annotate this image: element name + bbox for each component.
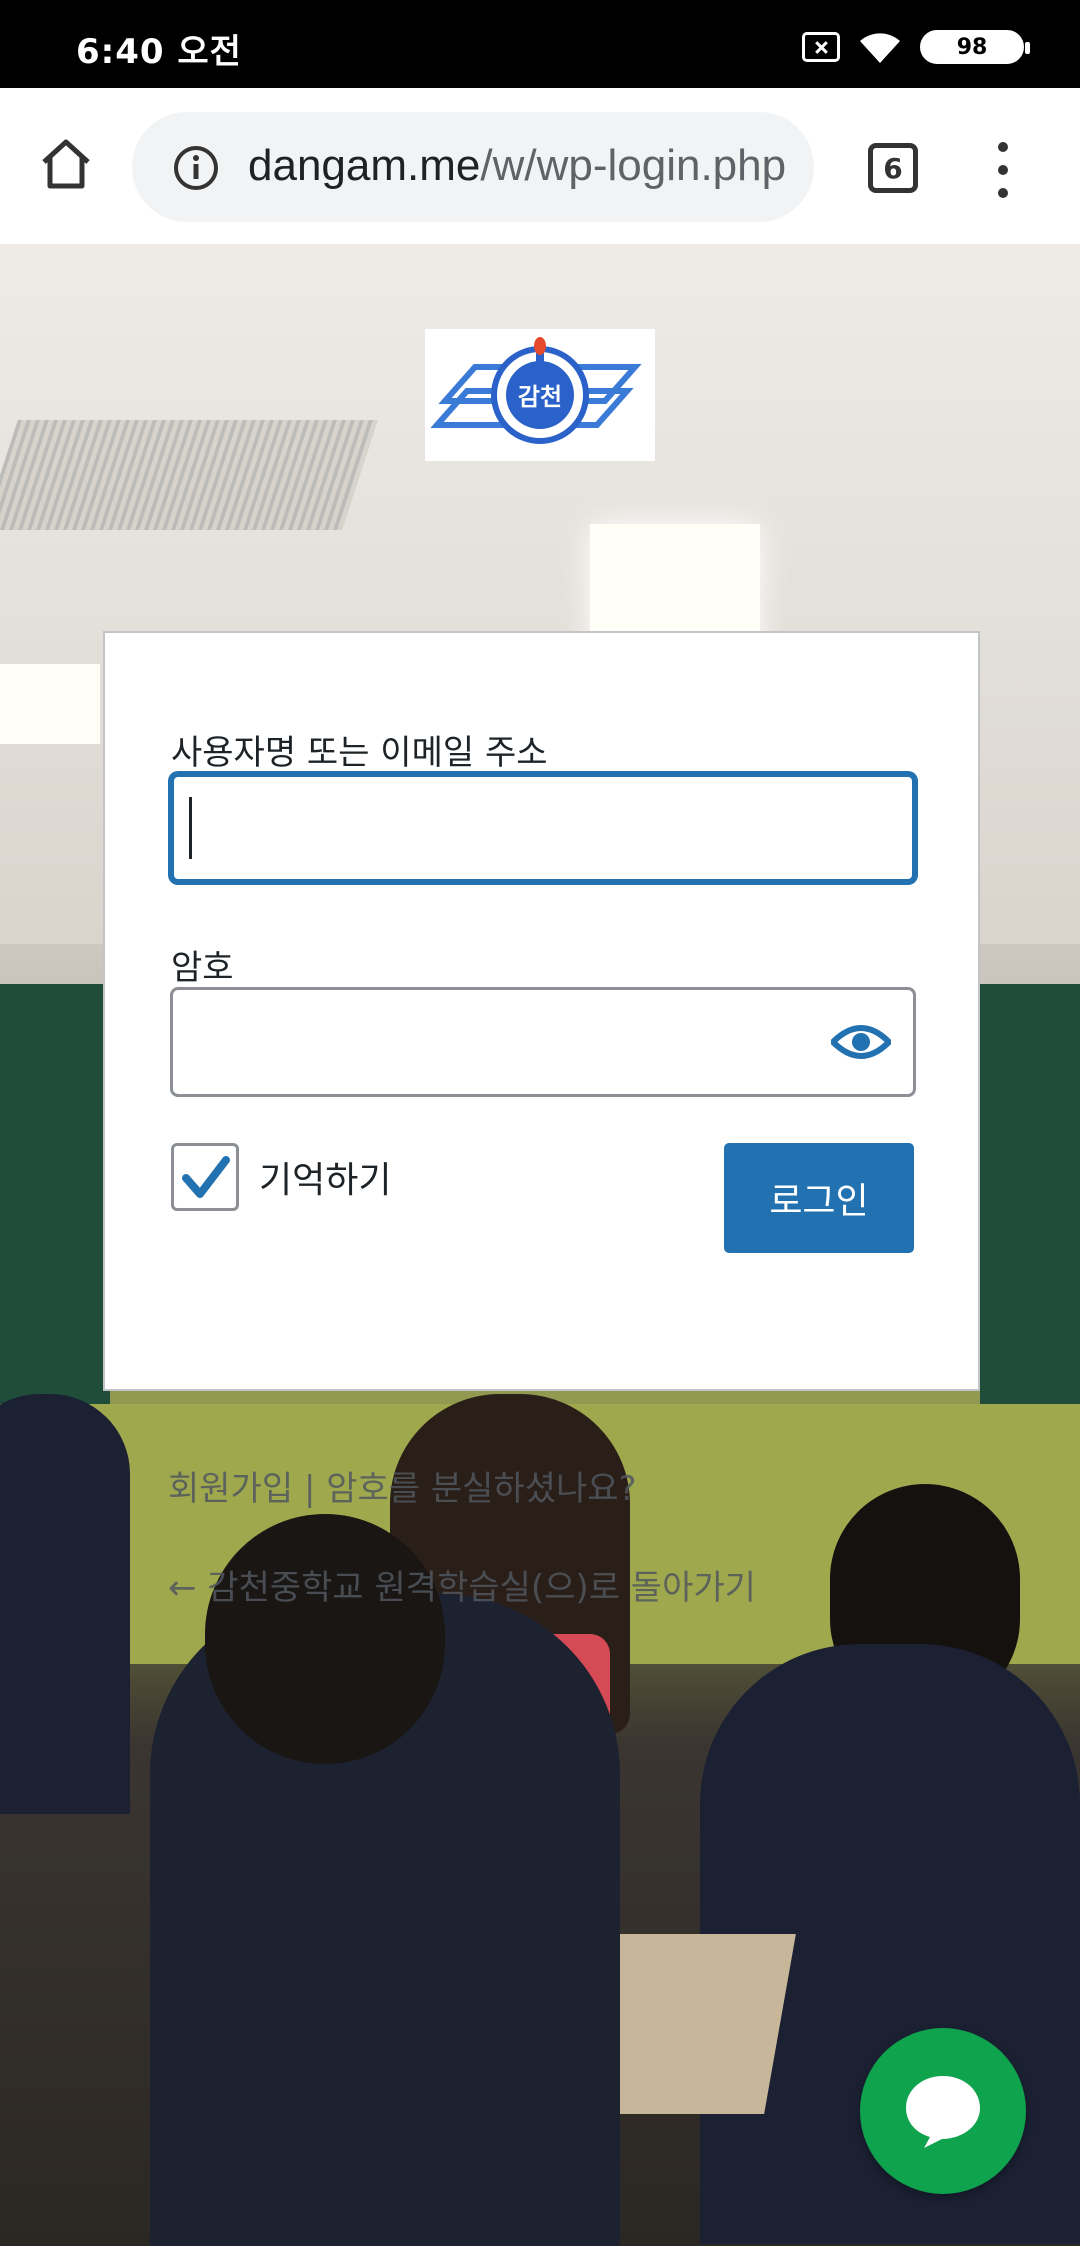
lost-password-link[interactable]: 암호를 분실하셨나요?: [326, 1469, 636, 1509]
text-caret: [189, 797, 192, 859]
password-label: 암호: [171, 948, 234, 988]
username-input[interactable]: [170, 773, 916, 883]
login-button[interactable]: 로그인: [724, 1143, 914, 1253]
status-time: 6:40 오전: [76, 32, 242, 72]
battery-level: 98: [956, 34, 988, 60]
more-vert-icon[interactable]: [993, 142, 1013, 198]
battery-icon: 98: [920, 30, 1030, 64]
address-bar[interactable]: dangam.me/w/wp-login.php: [132, 112, 814, 222]
login-form: 사용자명 또는 이메일 주소 암호 기억하기 로그인: [103, 631, 980, 1391]
auth-links: 회원가입 | 암호를 분실하셨나요?: [168, 1461, 637, 1510]
url-host: dangam.me: [248, 141, 481, 190]
no-sim-icon: [802, 32, 840, 62]
remember-checkbox[interactable]: [171, 1143, 239, 1211]
site-logo[interactable]: 감천: [425, 329, 655, 461]
remember-me[interactable]: 기억하기: [171, 1143, 391, 1211]
password-input[interactable]: [170, 987, 916, 1097]
chat-bubble-icon: [906, 2076, 980, 2148]
browser-toolbar: dangam.me/w/wp-login.php 6: [0, 88, 1080, 244]
link-separator: |: [303, 1469, 316, 1509]
check-icon: [182, 1156, 230, 1198]
url-path: /w/wp-login.php: [480, 141, 787, 190]
login-page: 감천 사용자명 또는 이메일 주소 암호 기억하기 로그인 회원가입 | 암호를…: [0, 244, 1080, 2246]
info-icon[interactable]: [172, 144, 220, 192]
wifi-icon: [860, 33, 900, 63]
tab-count: 6: [883, 151, 903, 185]
logo-text: 감천: [518, 383, 562, 411]
home-icon[interactable]: [36, 134, 96, 194]
status-bar: 6:40 오전 98: [0, 0, 1080, 88]
school-emblem-icon: 감천: [430, 337, 642, 444]
back-to-site-link[interactable]: ← 감천중학교 원격학습실(으)로 돌아가기: [168, 1560, 756, 1609]
username-label: 사용자명 또는 이메일 주소: [171, 733, 548, 773]
status-icons: 98: [802, 28, 1030, 66]
tabs-icon[interactable]: 6: [868, 143, 918, 193]
chat-button[interactable]: [860, 2028, 1026, 2194]
register-link[interactable]: 회원가입: [168, 1469, 293, 1509]
url-text[interactable]: dangam.me/w/wp-login.php: [248, 141, 786, 191]
remember-label: 기억하기: [259, 1160, 392, 1201]
show-password-eye-icon[interactable]: [831, 1020, 891, 1064]
